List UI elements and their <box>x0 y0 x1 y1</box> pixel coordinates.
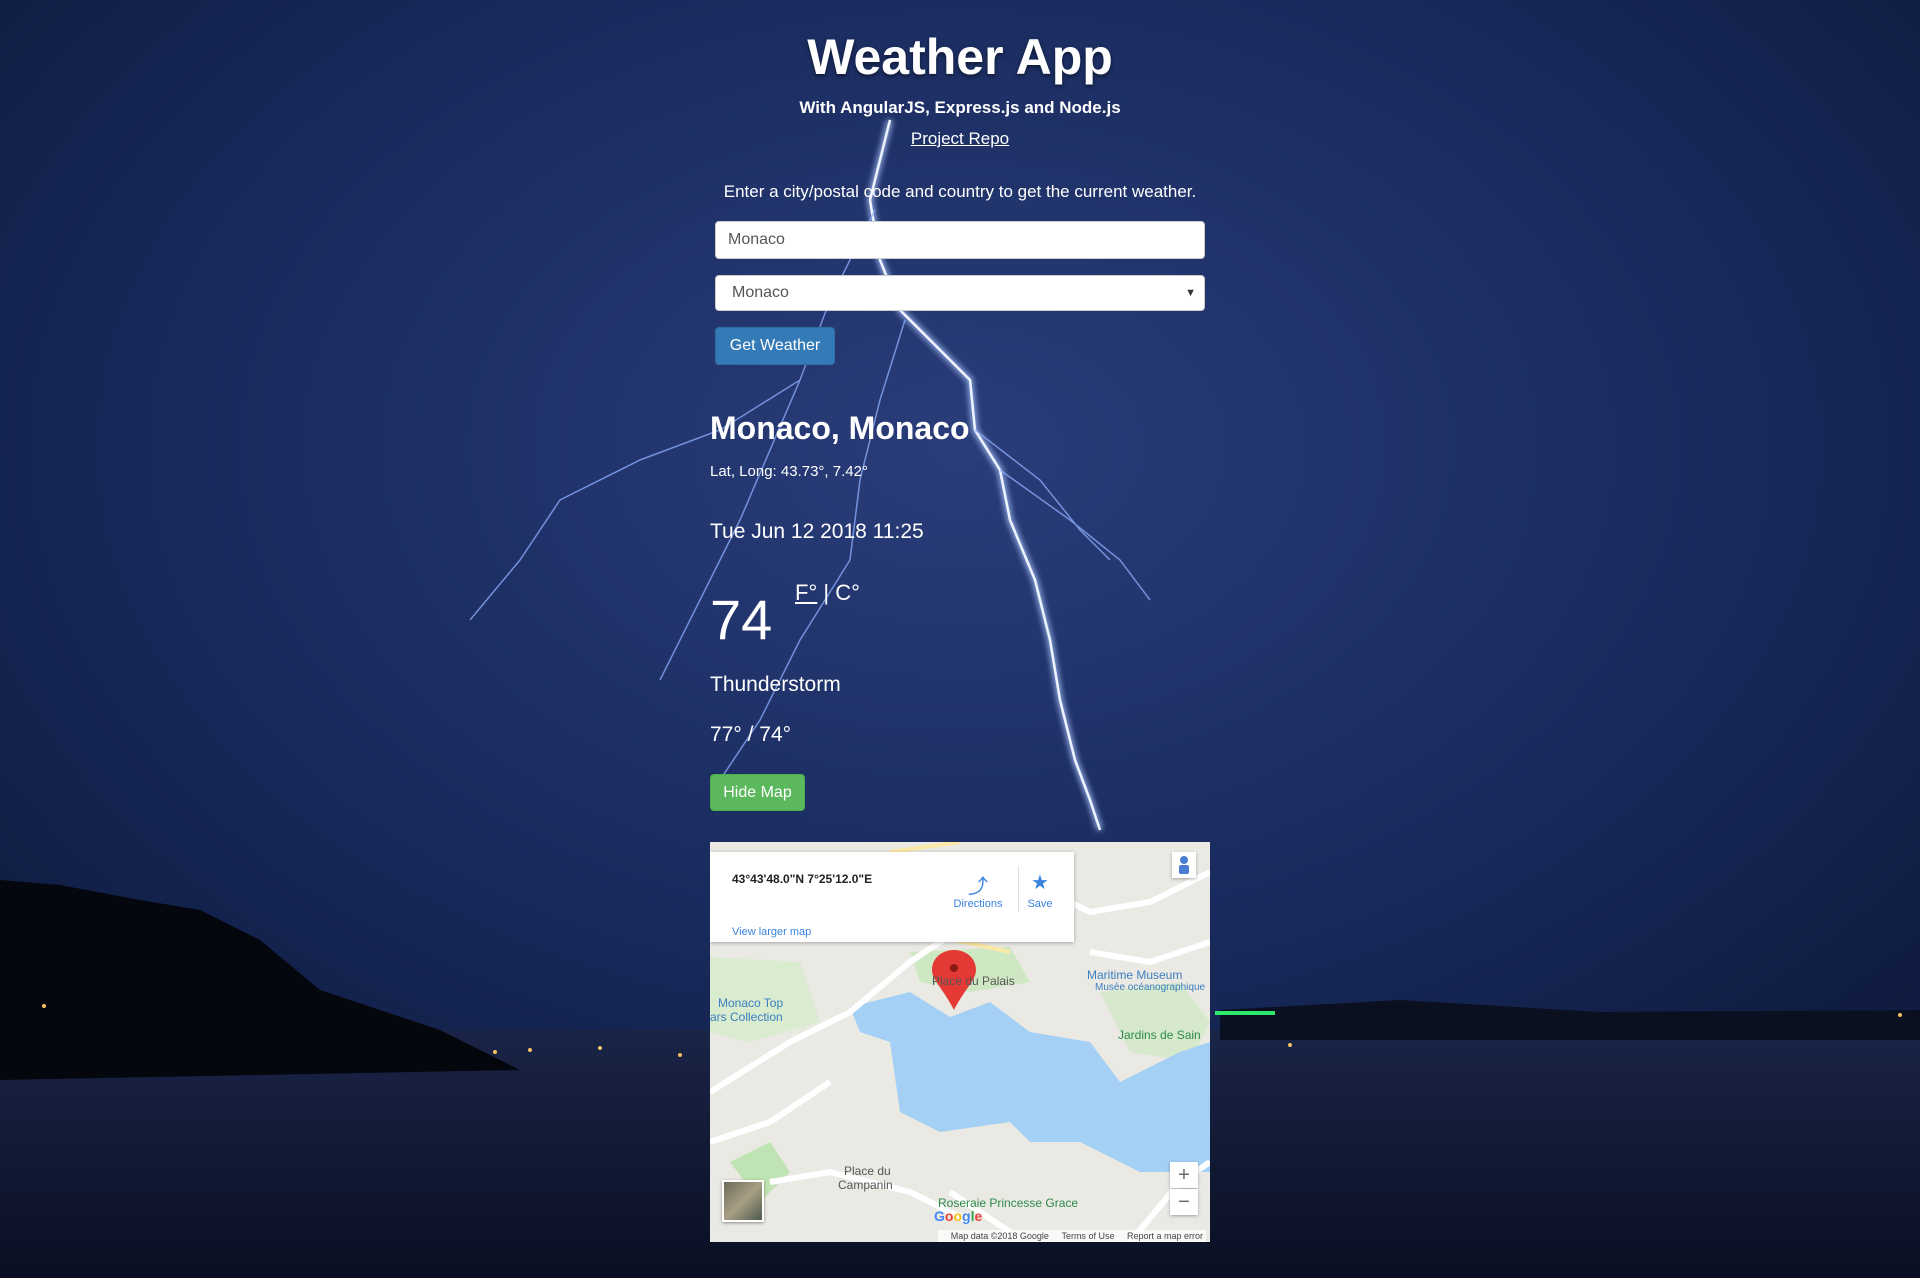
country-select[interactable]: Monaco ▼ <box>715 275 1205 311</box>
hide-map-button[interactable]: Hide Map <box>710 774 805 811</box>
map-label-jardins: Jardins de Sain <box>1118 1028 1201 1042</box>
app-title: Weather App <box>807 29 1113 85</box>
map-coordinates: 43°43'48.0"N 7°25'12.0"E <box>732 872 873 886</box>
celsius-toggle[interactable]: C° <box>835 580 860 605</box>
city-input[interactable] <box>715 221 1205 259</box>
map-label-maritime-museum: Maritime Museum <box>1087 968 1183 982</box>
map-data-credit: Map data ©2018 Google <box>950 1231 1049 1241</box>
map-label-place-du: Place du <box>844 1164 891 1178</box>
map-label-cars-collection: ars Collection <box>710 1010 783 1024</box>
unit-toggle: F° | C° <box>795 580 860 606</box>
repo-link-row: Project Repo <box>0 129 1920 149</box>
map-label-campanin: Campanin <box>838 1178 893 1192</box>
high-low-text: 77° / 74° <box>710 723 792 746</box>
zoom-in-button[interactable]: + <box>1170 1162 1198 1188</box>
street-view-pegman-icon[interactable] <box>1172 852 1196 878</box>
satellite-toggle-thumbnail[interactable] <box>722 1180 764 1222</box>
directions-button[interactable]: ⤴ Directions <box>948 870 1008 910</box>
chevron-down-icon: ▼ <box>1185 287 1196 299</box>
app-subtitle: With AngularJS, Express.js and Node.js <box>799 98 1121 117</box>
google-logo: Google <box>934 1208 983 1224</box>
instructions-text: Enter a city/postal code and country to … <box>723 182 1197 201</box>
fahrenheit-toggle[interactable]: F° <box>795 580 817 605</box>
country-selected-value: Monaco <box>732 284 789 301</box>
get-weather-button[interactable]: Get Weather <box>715 327 835 365</box>
embedded-map[interactable]: Place du Palais Maritime Museum Musée oc… <box>710 842 1210 1242</box>
condition-text: Thunderstorm <box>710 673 841 696</box>
report-map-error-link[interactable]: Report a map error <box>1127 1231 1203 1241</box>
lat-long-text: Lat, Long: 43.73°, 7.42° <box>710 463 868 480</box>
map-label-place-du-palais: Place du Palais <box>932 974 1015 988</box>
map-info-card: 43°43'48.0"N 7°25'12.0"E ⤴ Directions ★ … <box>710 852 1074 942</box>
directions-label: Directions <box>953 898 1003 910</box>
location-heading: Monaco, Monaco <box>710 410 970 446</box>
map-footer: Map data ©2018 Google Terms of Use Repor… <box>937 1230 1206 1242</box>
map-label-monaco-top: Monaco Top <box>718 996 784 1010</box>
star-icon: ★ <box>1031 872 1049 894</box>
save-button[interactable]: ★ Save <box>1010 870 1070 910</box>
directions-icon: ⤴ <box>968 876 988 898</box>
save-label: Save <box>1027 898 1053 910</box>
view-larger-map-link[interactable]: View larger map <box>732 926 811 938</box>
terms-of-use-link[interactable]: Terms of Use <box>1061 1231 1114 1241</box>
zoom-out-button[interactable]: − <box>1170 1189 1198 1215</box>
project-repo-link[interactable]: Project Repo <box>911 129 1009 148</box>
map-label-musee: Musée océanographique <box>1095 982 1206 993</box>
temperature-value: 74 <box>710 588 773 651</box>
unit-separator: | <box>817 580 836 605</box>
datetime-text: Tue Jun 12 2018 11:25 <box>710 520 924 543</box>
